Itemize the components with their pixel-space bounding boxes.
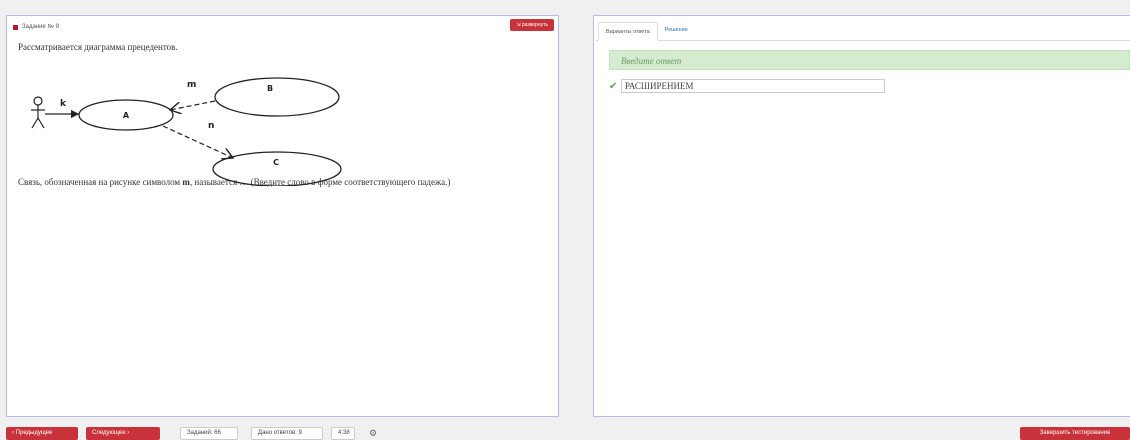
tab-answer-options[interactable]: Варианты ответа [598, 22, 658, 41]
question-text: Связь, обозначенная на рисунке символом … [18, 177, 450, 187]
tab-solution[interactable]: Решение [658, 21, 695, 40]
gear-icon[interactable]: ⚙ [362, 427, 384, 440]
expand-button[interactable]: ⇲ развернуть [510, 19, 554, 31]
chevron-right-icon: › [125, 430, 130, 436]
edge-label-k: k [60, 99, 67, 109]
previous-button[interactable]: ‹ Предыдущее [6, 427, 78, 440]
question-symbol: m [182, 177, 190, 187]
question-prefix: Связь, обозначенная на рисунке символом [18, 177, 183, 187]
task-marker-icon [13, 24, 18, 30]
edge-label-m: m [187, 80, 196, 90]
timer: 4:38 [331, 427, 355, 440]
extend-edge-m [170, 100, 216, 110]
use-case-c-label: C [273, 158, 279, 167]
answer-prompt: Введите ответ [609, 50, 1130, 70]
answer-tabs: Варианты ответа Решение [596, 19, 1130, 41]
question-suffix: , называется … (Введите слово в форме со… [189, 177, 451, 187]
previous-label: Предыдущее [15, 430, 53, 436]
use-case-diagram: k A B C m n [31, 77, 342, 186]
next-button[interactable]: Следующее › [86, 427, 160, 440]
task-panel: Задание № 9 ⇲ развернуть Рассматривается… [6, 15, 559, 417]
use-case-b [214, 77, 340, 117]
next-label: Следующее [92, 430, 126, 436]
use-case-b-label: B [267, 84, 273, 93]
include-edge-n [162, 125, 233, 158]
edge-label-n: n [208, 121, 214, 131]
answer-panel: Варианты ответа Решение Введите ответ ✔ … [593, 15, 1130, 417]
question-intro: Рассматривается диаграмма прецедентов. [18, 42, 178, 52]
task-header: Задание № 9 [13, 22, 59, 32]
answer-input[interactable]: РАСШИРЕНИЕМ [621, 79, 885, 93]
finish-test-button[interactable]: Завершить тестирование [1020, 427, 1130, 440]
answer-row: ✔ РАСШИРЕНИЕМ [609, 79, 885, 93]
use-case-a-label: A [123, 111, 130, 120]
answers-given-count: Дано ответов: 9 [251, 427, 323, 440]
expand-label: развернуть [521, 22, 548, 28]
task-title: Задание № 9 [22, 24, 59, 30]
task-count: Заданий: 66 [180, 427, 238, 440]
actor-icon [31, 96, 45, 129]
check-icon: ✔ [609, 80, 618, 92]
